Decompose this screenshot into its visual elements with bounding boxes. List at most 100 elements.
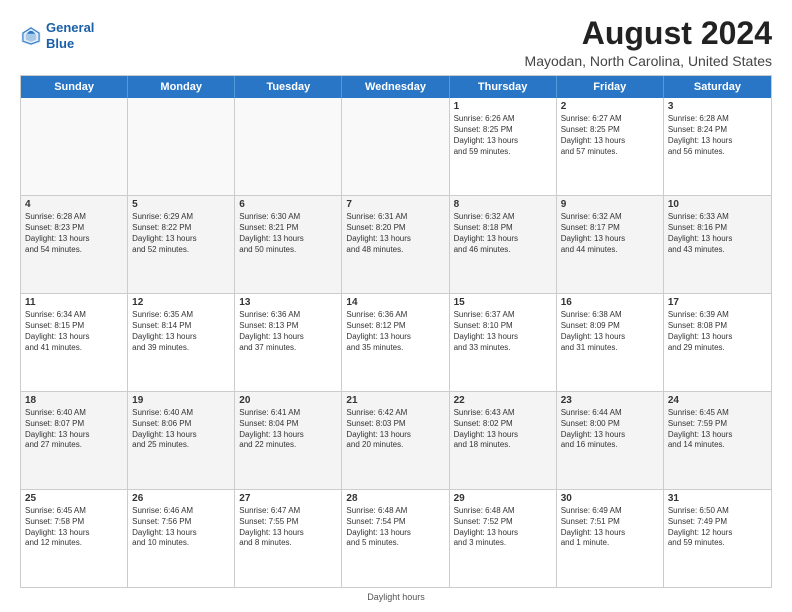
calendar-cell: 20Sunrise: 6:41 AMSunset: 8:04 PMDayligh…: [235, 392, 342, 489]
header: General Blue August 2024 Mayodan, North …: [20, 16, 772, 69]
calendar-cell: 10 Sunrise: 6:33 AMSunset: 8:16 PMDayligh…: [664, 196, 771, 293]
calendar-cell: 8 Sunrise: 6:32 AMSunset: 8:18 PMDaylight…: [450, 196, 557, 293]
day-number: 25: [25, 493, 123, 504]
calendar-cell: 15 Sunrise: 6:37 AMSunset: 8:10 PMDayligh…: [450, 294, 557, 391]
cell-info: Sunrise: 6:27 AMSunset: 8:25 PMDaylight:…: [561, 114, 659, 157]
cell-info: Sunrise: 6:46 AMSunset: 7:56 PMDaylight:…: [132, 506, 230, 549]
day-number: 7: [346, 199, 444, 210]
day-number: 31: [668, 493, 767, 504]
logo-text: General Blue: [46, 20, 94, 51]
day-number: 24: [668, 395, 767, 406]
cell-info: Sunrise: 6:30 AMSunset: 8:21 PMDaylight:…: [239, 212, 337, 255]
cell-info: Sunrise: 6:40 AMSunset: 8:06 PMDaylight:…: [132, 408, 230, 451]
day-number: 15: [454, 297, 552, 308]
day-number: 8: [454, 199, 552, 210]
calendar-header-saturday: Saturday: [664, 76, 771, 98]
calendar-cell: 22Sunrise: 6:43 AMSunset: 8:02 PMDayligh…: [450, 392, 557, 489]
calendar-cell: 2 Sunrise: 6:27 AMSunset: 8:25 PMDaylight…: [557, 98, 664, 195]
day-number: 17: [668, 297, 767, 308]
day-number: 5: [132, 199, 230, 210]
calendar-header-sunday: Sunday: [21, 76, 128, 98]
footer-note: Daylight hours: [20, 592, 772, 602]
footer-text: Daylight hours: [367, 592, 425, 602]
day-number: 9: [561, 199, 659, 210]
calendar-cell: 30Sunrise: 6:49 AMSunset: 7:51 PMDayligh…: [557, 490, 664, 587]
day-number: 21: [346, 395, 444, 406]
calendar-cell: 11 Sunrise: 6:34 AMSunset: 8:15 PMDayligh…: [21, 294, 128, 391]
calendar-week-2: 4Sunrise: 6:28 AMSunset: 8:23 PMDaylight…: [21, 196, 771, 294]
cell-info: Sunrise: 6:34 AMSunset: 8:15 PMDaylight:…: [25, 310, 123, 353]
calendar-cell: 13 Sunrise: 6:36 AMSunset: 8:13 PMDayligh…: [235, 294, 342, 391]
calendar-cell: 23 Sunrise: 6:44 AMSunset: 8:00 PMDayligh…: [557, 392, 664, 489]
day-number: 16: [561, 297, 659, 308]
calendar-body: 1 Sunrise: 6:26 AMSunset: 8:25 PMDaylight…: [21, 98, 771, 587]
main-title: August 2024: [525, 16, 772, 51]
calendar-cell: 7 Sunrise: 6:31 AMSunset: 8:20 PMDaylight…: [342, 196, 449, 293]
cell-info: Sunrise: 6:35 AMSunset: 8:14 PMDaylight:…: [132, 310, 230, 353]
page: General Blue August 2024 Mayodan, North …: [0, 0, 792, 612]
subtitle: Mayodan, North Carolina, United States: [525, 53, 772, 69]
calendar-cell: [342, 98, 449, 195]
calendar-cell: 26 Sunrise: 6:46 AMSunset: 7:56 PMDayligh…: [128, 490, 235, 587]
day-number: 14: [346, 297, 444, 308]
cell-info: Sunrise: 6:37 AMSunset: 8:10 PMDaylight:…: [454, 310, 552, 353]
day-number: 13: [239, 297, 337, 308]
cell-info: Sunrise: 6:32 AMSunset: 8:18 PMDaylight:…: [454, 212, 552, 255]
calendar-cell: 29Sunrise: 6:48 AMSunset: 7:52 PMDayligh…: [450, 490, 557, 587]
cell-info: Sunrise: 6:39 AMSunset: 8:08 PMDaylight:…: [668, 310, 767, 353]
calendar-cell: 16 Sunrise: 6:38 AMSunset: 8:09 PMDayligh…: [557, 294, 664, 391]
cell-info: Sunrise: 6:33 AMSunset: 8:16 PMDaylight:…: [668, 212, 767, 255]
calendar-week-5: 25Sunrise: 6:45 AMSunset: 7:58 PMDayligh…: [21, 490, 771, 587]
calendar-week-4: 18 Sunrise: 6:40 AMSunset: 8:07 PMDayligh…: [21, 392, 771, 490]
cell-info: Sunrise: 6:26 AMSunset: 8:25 PMDaylight:…: [454, 114, 552, 157]
day-number: 3: [668, 101, 767, 112]
cell-info: Sunrise: 6:50 AMSunset: 7:49 PMDaylight:…: [668, 506, 767, 549]
cell-info: Sunrise: 6:28 AMSunset: 8:24 PMDaylight:…: [668, 114, 767, 157]
calendar-week-1: 1 Sunrise: 6:26 AMSunset: 8:25 PMDaylight…: [21, 98, 771, 196]
calendar-header-wednesday: Wednesday: [342, 76, 449, 98]
calendar-header-monday: Monday: [128, 76, 235, 98]
cell-info: Sunrise: 6:48 AMSunset: 7:52 PMDaylight:…: [454, 506, 552, 549]
cell-info: Sunrise: 6:40 AMSunset: 8:07 PMDaylight:…: [25, 408, 123, 451]
calendar-cell: 31 Sunrise: 6:50 AMSunset: 7:49 PMDayligh…: [664, 490, 771, 587]
day-number: 18: [25, 395, 123, 406]
calendar-cell: 14Sunrise: 6:36 AMSunset: 8:12 PMDayligh…: [342, 294, 449, 391]
cell-info: Sunrise: 6:44 AMSunset: 8:00 PMDaylight:…: [561, 408, 659, 451]
logo: General Blue: [20, 20, 94, 51]
calendar-cell: 3 Sunrise: 6:28 AMSunset: 8:24 PMDaylight…: [664, 98, 771, 195]
cell-info: Sunrise: 6:47 AMSunset: 7:55 PMDaylight:…: [239, 506, 337, 549]
cell-info: Sunrise: 6:48 AMSunset: 7:54 PMDaylight:…: [346, 506, 444, 549]
calendar: SundayMondayTuesdayWednesdayThursdayFrid…: [20, 75, 772, 588]
day-number: 26: [132, 493, 230, 504]
cell-info: Sunrise: 6:31 AMSunset: 8:20 PMDaylight:…: [346, 212, 444, 255]
day-number: 10: [668, 199, 767, 210]
calendar-cell: 21Sunrise: 6:42 AMSunset: 8:03 PMDayligh…: [342, 392, 449, 489]
logo-line2: Blue: [46, 36, 74, 51]
calendar-cell: 5Sunrise: 6:29 AMSunset: 8:22 PMDaylight…: [128, 196, 235, 293]
day-number: 11: [25, 297, 123, 308]
logo-icon: [20, 25, 42, 47]
cell-info: Sunrise: 6:36 AMSunset: 8:13 PMDaylight:…: [239, 310, 337, 353]
calendar-header-thursday: Thursday: [450, 76, 557, 98]
calendar-cell: [128, 98, 235, 195]
calendar-header-friday: Friday: [557, 76, 664, 98]
day-number: 22: [454, 395, 552, 406]
calendar-cell: 25Sunrise: 6:45 AMSunset: 7:58 PMDayligh…: [21, 490, 128, 587]
day-number: 28: [346, 493, 444, 504]
calendar-cell: [235, 98, 342, 195]
day-number: 23: [561, 395, 659, 406]
title-block: August 2024 Mayodan, North Carolina, Uni…: [525, 16, 772, 69]
cell-info: Sunrise: 6:38 AMSunset: 8:09 PMDaylight:…: [561, 310, 659, 353]
calendar-cell: 9Sunrise: 6:32 AMSunset: 8:17 PMDaylight…: [557, 196, 664, 293]
day-number: 1: [454, 101, 552, 112]
calendar-cell: [21, 98, 128, 195]
day-number: 2: [561, 101, 659, 112]
calendar-cell: 17 Sunrise: 6:39 AMSunset: 8:08 PMDayligh…: [664, 294, 771, 391]
day-number: 20: [239, 395, 337, 406]
calendar-cell: 27Sunrise: 6:47 AMSunset: 7:55 PMDayligh…: [235, 490, 342, 587]
calendar-cell: 4Sunrise: 6:28 AMSunset: 8:23 PMDaylight…: [21, 196, 128, 293]
cell-info: Sunrise: 6:49 AMSunset: 7:51 PMDaylight:…: [561, 506, 659, 549]
calendar-cell: 6Sunrise: 6:30 AMSunset: 8:21 PMDaylight…: [235, 196, 342, 293]
calendar-cell: 28 Sunrise: 6:48 AMSunset: 7:54 PMDayligh…: [342, 490, 449, 587]
day-number: 12: [132, 297, 230, 308]
